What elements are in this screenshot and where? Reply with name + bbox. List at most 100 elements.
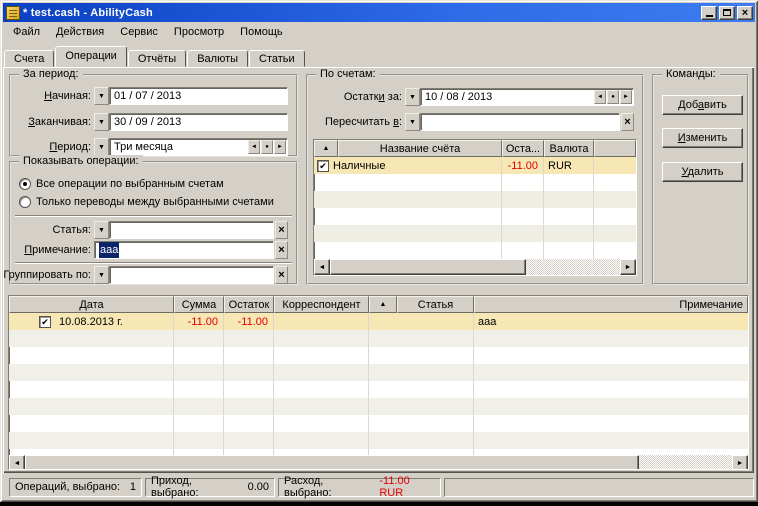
balances-next-button[interactable]: ► xyxy=(620,90,632,104)
tab-currencies[interactable]: Валюты xyxy=(187,50,248,67)
titlebar[interactable]: * test.cash - AbilityCash × xyxy=(3,3,755,22)
radio-transfers-only[interactable]: Только переводы между выбранными счетами xyxy=(19,194,292,210)
accounts-horizontal-scrollbar[interactable]: ◄ ► xyxy=(314,259,636,275)
operations-table-header: Дата Сумма Остаток Корреспондент ▲ Стать… xyxy=(9,296,748,313)
balances-dropdown-button[interactable]: ▼ xyxy=(405,88,420,106)
app-icon[interactable] xyxy=(6,6,20,20)
groupby-dropdown-button[interactable]: ▼ xyxy=(94,266,109,284)
scrollbar-thumb[interactable] xyxy=(25,455,639,470)
menu-view[interactable]: Просмотр xyxy=(166,24,232,40)
recalc-input[interactable] xyxy=(420,113,620,131)
ops-header-amount[interactable]: Сумма xyxy=(174,296,224,313)
tab-reports[interactable]: Отчёты xyxy=(128,50,186,67)
article-clear-button[interactable]: × xyxy=(275,221,288,239)
note-filter-field: ааа × xyxy=(94,241,288,259)
chevron-down-icon: ▼ xyxy=(98,227,105,234)
arrow-left-icon: ◄ xyxy=(597,89,603,105)
sort-asc-icon: ▲ xyxy=(380,301,387,308)
scrollbar-track[interactable] xyxy=(526,259,620,275)
radio-button-unselected[interactable] xyxy=(19,196,31,208)
article-dropdown-button[interactable]: ▼ xyxy=(94,221,109,239)
edit-button[interactable]: Изменить xyxy=(662,128,743,148)
status-operations-count: Операций, выбрано: 1 xyxy=(9,478,142,497)
ops-header-sort[interactable]: ▲ xyxy=(369,296,397,313)
start-date-row: Начиная: ▼ 01 / 07 / 2013 xyxy=(19,87,288,105)
period-input[interactable]: Три месяца ◄ ● ► xyxy=(109,138,288,156)
chevron-down-icon: ▼ xyxy=(98,272,105,279)
note-clear-button[interactable]: × xyxy=(275,241,288,259)
balances-prev-button[interactable]: ◄ xyxy=(594,90,606,104)
scroll-left-button[interactable]: ◄ xyxy=(314,259,330,275)
groupby-input[interactable] xyxy=(109,266,274,284)
checkbox-checked[interactable]: ✔ xyxy=(39,316,51,328)
operation-correspondent-cell xyxy=(274,313,369,330)
operations-horizontal-scrollbar[interactable]: ◄ ► xyxy=(9,455,748,470)
accounts-header-balance[interactable]: Оста... xyxy=(502,140,544,157)
operation-note-cell: ааа xyxy=(474,313,748,330)
tab-articles[interactable]: Статьи xyxy=(249,50,305,67)
end-date-row: Заканчивая: ▼ 30 / 09 / 2013 xyxy=(19,113,288,131)
scroll-right-button[interactable]: ► xyxy=(620,259,636,275)
start-date-input[interactable]: 01 / 07 / 2013 xyxy=(109,87,288,105)
groupby-clear-button[interactable]: × xyxy=(275,266,288,284)
account-currency-cell: RUR xyxy=(544,157,594,174)
checkbox-checked[interactable]: ✔ xyxy=(317,160,329,172)
start-date-dropdown-button[interactable]: ▼ xyxy=(94,87,109,105)
scroll-right-button[interactable]: ► xyxy=(732,455,748,470)
menu-service[interactable]: Сервис xyxy=(112,24,166,40)
chevron-down-icon: ▼ xyxy=(409,119,416,126)
ops-header-correspondent[interactable]: Корреспондент xyxy=(274,296,369,313)
operations-table: Дата Сумма Остаток Корреспондент ▲ Стать… xyxy=(8,295,749,470)
dot-icon: ● xyxy=(611,89,615,105)
article-filter-field: ▼ × xyxy=(94,221,288,239)
scroll-left-button[interactable]: ◄ xyxy=(9,455,25,470)
ops-header-article[interactable]: Статья xyxy=(397,296,474,313)
maximize-button[interactable] xyxy=(719,6,735,20)
accounts-header-name[interactable]: Название счёта xyxy=(338,140,502,157)
chevron-down-icon: ▼ xyxy=(409,94,416,101)
ops-header-balance[interactable]: Остаток xyxy=(224,296,274,313)
status-expense: Расход, выбрано: -11.00 RUR xyxy=(278,478,441,497)
minimize-button[interactable] xyxy=(701,6,717,20)
ops-header-note[interactable]: Примечание xyxy=(474,296,748,313)
note-filter-input[interactable]: ааа xyxy=(94,241,274,259)
operation-row[interactable]: ✔ 10.08.2013 г. -11.00 -11.00 ааа xyxy=(9,313,748,330)
period-next-button[interactable]: ► xyxy=(274,140,286,154)
menu-help[interactable]: Помощь xyxy=(232,24,291,40)
account-row[interactable]: ✔ Наличные -11.00 RUR xyxy=(314,157,636,174)
commands-group-title: Команды: xyxy=(662,68,720,80)
accounts-header-sort[interactable]: ▲ xyxy=(314,140,338,157)
note-filter-label: Примечание: xyxy=(19,241,91,259)
groupby-field: ▼ × xyxy=(94,266,288,284)
ops-header-date[interactable]: Дата xyxy=(9,296,174,313)
scrollbar-thumb[interactable] xyxy=(330,259,526,275)
delete-button[interactable]: Удалить xyxy=(662,162,743,182)
close-icon: × xyxy=(624,116,630,128)
minimize-icon xyxy=(706,15,713,17)
radio-button-selected[interactable] xyxy=(19,178,31,190)
add-button[interactable]: Добавить xyxy=(662,95,743,115)
balances-date-input[interactable]: 10 / 08 / 2013 ◄ ● ► xyxy=(420,88,634,106)
recalc-dropdown-button[interactable]: ▼ xyxy=(405,113,420,131)
period-dropdown-button[interactable]: ▼ xyxy=(94,138,109,156)
tab-operations[interactable]: Операции xyxy=(55,46,126,67)
radio-all-operations[interactable]: Все операции по выбранным счетам xyxy=(19,176,292,192)
end-date-dropdown-button[interactable]: ▼ xyxy=(94,113,109,131)
balances-date-row: Остатки за: ▼ 10 / 08 / 2013 ◄ ● ► xyxy=(316,88,634,106)
end-date-input[interactable]: 30 / 09 / 2013 xyxy=(109,113,288,131)
close-icon: × xyxy=(278,224,284,236)
article-filter-input[interactable] xyxy=(109,221,274,239)
period-prev-button[interactable]: ◄ xyxy=(248,140,260,154)
menu-actions[interactable]: Действия xyxy=(48,24,112,40)
scrollbar-track[interactable] xyxy=(639,455,732,470)
recalc-clear-button[interactable]: × xyxy=(621,113,634,131)
tab-accounts[interactable]: Счета xyxy=(4,50,54,67)
period-label: Период: xyxy=(19,138,91,156)
menu-file[interactable]: Файл xyxy=(5,24,48,40)
accounts-table: ▲ Название счёта Оста... Валюта ✔ Наличн… xyxy=(313,139,637,276)
close-button[interactable]: × xyxy=(737,6,753,20)
period-today-button[interactable]: ● xyxy=(261,140,273,154)
accounts-header-currency[interactable]: Валюта xyxy=(544,140,594,157)
article-filter-label: Статья: xyxy=(19,221,91,239)
balances-today-button[interactable]: ● xyxy=(607,90,619,104)
